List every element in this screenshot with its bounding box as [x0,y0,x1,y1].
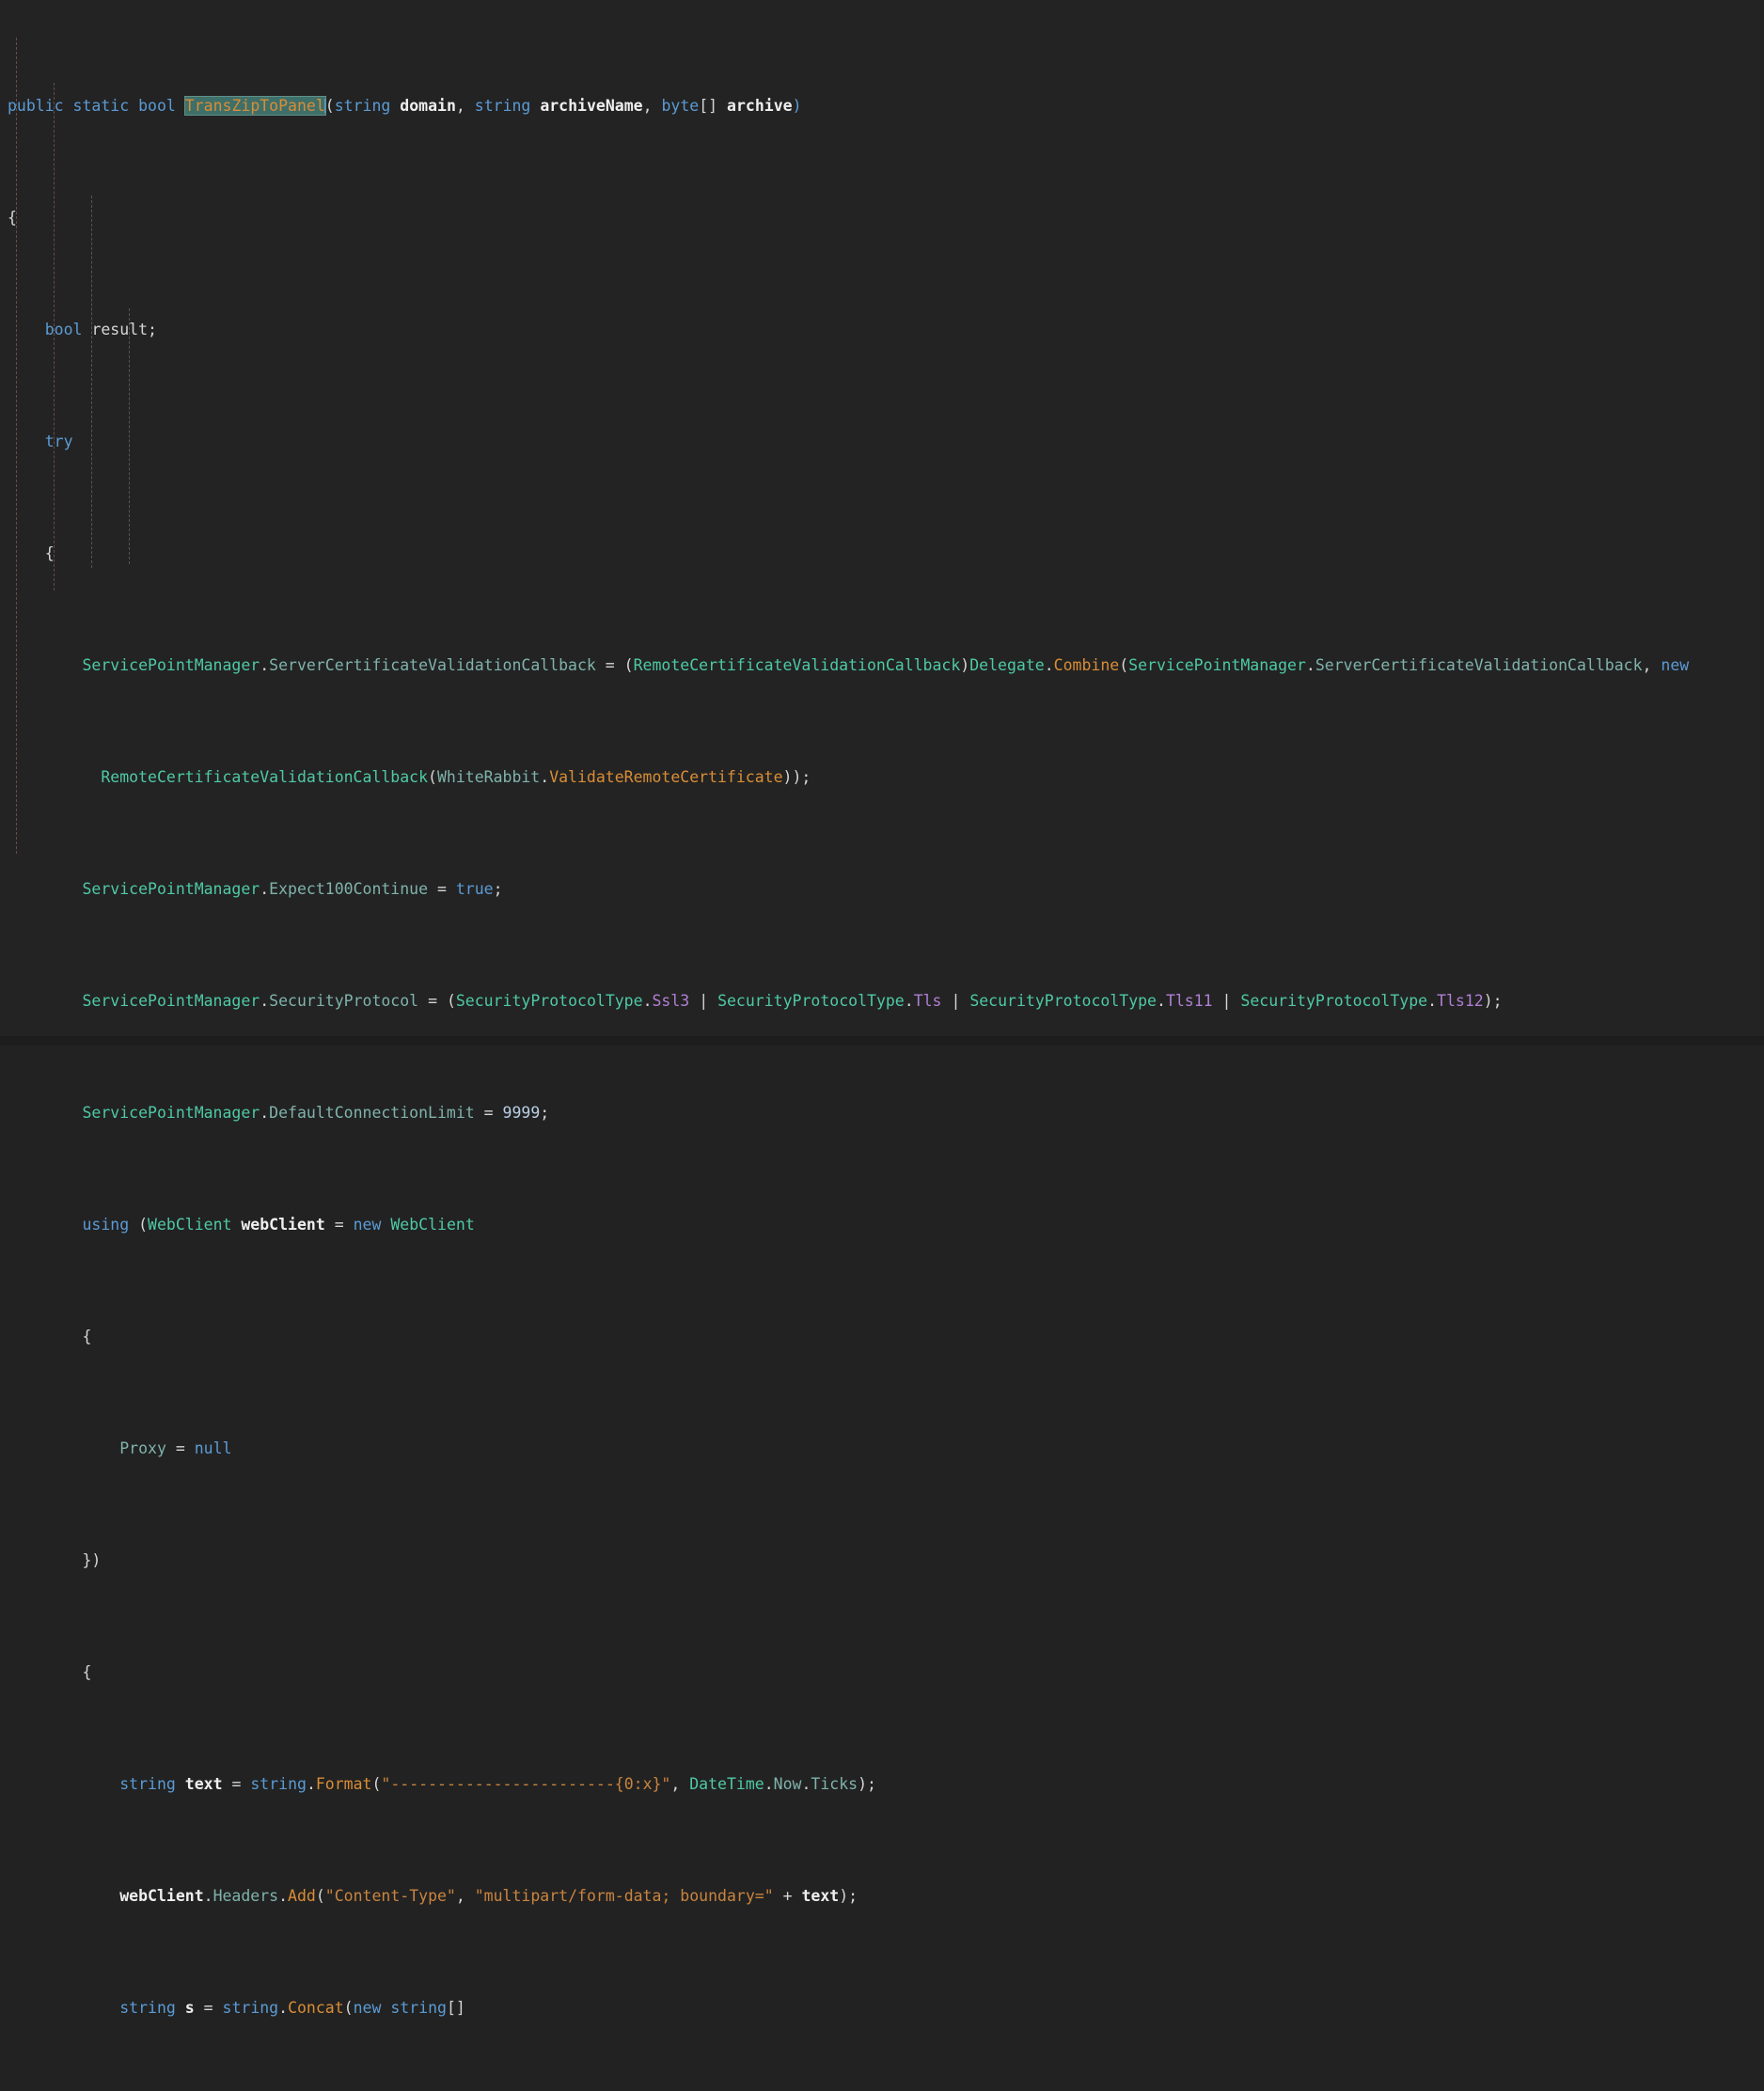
code-line[interactable]: string text = string.Format("-----------… [8,1773,1764,1796]
code-line[interactable]: string s = string.Concat(new string[] [8,1997,1764,2020]
code-line[interactable]: webClient.Headers.Add("Content-Type", "m… [8,1885,1764,1908]
code-line[interactable]: { [8,542,1764,565]
code-line[interactable]: { [8,207,1764,229]
code-line[interactable]: ServicePointManager.Expect100Continue = … [8,878,1764,901]
code-line[interactable]: ServicePointManager.DefaultConnectionLim… [8,1102,1764,1124]
code-line[interactable]: { [8,1326,1764,1348]
code-content[interactable]: public static bool TransZipToPanel(strin… [0,6,1764,2091]
code-line[interactable]: using (WebClient webClient = new WebClie… [8,1214,1764,1236]
selected-identifier[interactable]: TransZipToPanel [183,96,326,117]
code-line[interactable]: ServicePointManager.SecurityProtocol = (… [8,990,1764,1013]
code-line[interactable]: try [8,431,1764,453]
code-line[interactable]: RemoteCertificateValidationCallback(Whit… [8,766,1764,789]
code-line[interactable]: public static bool TransZipToPanel(strin… [8,95,1764,118]
code-line[interactable]: bool result; [8,319,1764,341]
code-line[interactable]: Proxy = null [8,1438,1764,1460]
code-line[interactable]: }) [8,1549,1764,1572]
code-line[interactable]: { [8,1661,1764,1684]
code-editor-pane[interactable]: public static bool TransZipToPanel(strin… [0,0,1764,2017]
code-line[interactable]: ServicePointManager.ServerCertificateVal… [8,654,1764,677]
viewport-bottom-edge [0,1036,1764,1046]
